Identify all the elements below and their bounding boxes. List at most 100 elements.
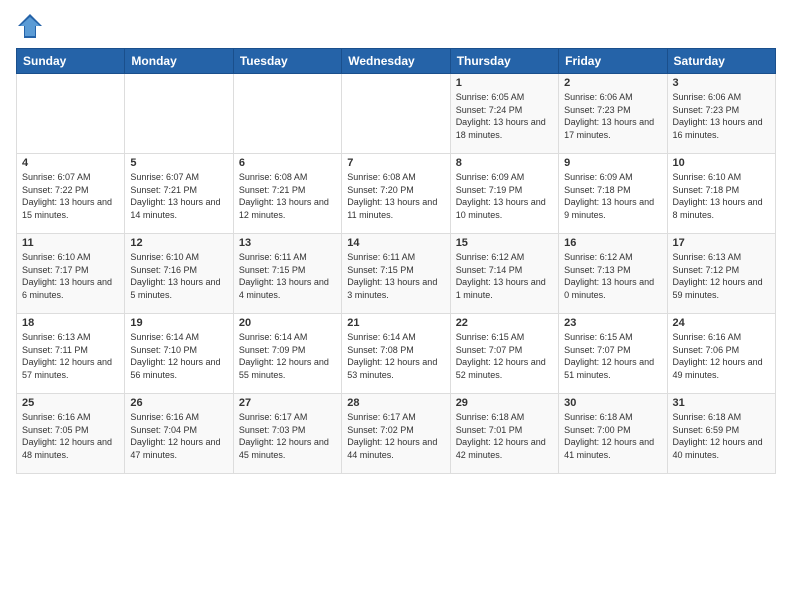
calendar-cell: 21 Sunrise: 6:14 AM Sunset: 7:08 PM Dayli… xyxy=(342,314,450,394)
calendar-cell: 5 Sunrise: 6:07 AM Sunset: 7:21 PM Daylig… xyxy=(125,154,233,234)
weekday-header-monday: Monday xyxy=(125,49,233,74)
day-info: Sunrise: 6:09 AM Sunset: 7:19 PM Dayligh… xyxy=(456,171,553,221)
weekday-header-tuesday: Tuesday xyxy=(233,49,341,74)
day-number: 4 xyxy=(22,157,119,169)
weekday-header-thursday: Thursday xyxy=(450,49,558,74)
day-info: Sunrise: 6:18 AM Sunset: 7:01 PM Dayligh… xyxy=(456,411,553,461)
day-number: 11 xyxy=(22,237,119,249)
day-info: Sunrise: 6:14 AM Sunset: 7:10 PM Dayligh… xyxy=(130,331,227,381)
week-row-5: 25Sunrise: 6:16 AM Sunset: 7:05 PM Dayli… xyxy=(17,394,776,474)
calendar-cell: 22 Sunrise: 6:15 AM Sunset: 7:07 PM Dayli… xyxy=(450,314,558,394)
header xyxy=(16,12,776,40)
calendar-cell: 3 Sunrise: 6:06 AM Sunset: 7:23 PM Daylig… xyxy=(667,74,775,154)
calendar-cell: 13 Sunrise: 6:11 AM Sunset: 7:15 PM Dayli… xyxy=(233,234,341,314)
day-info: Sunrise: 6:16 AM Sunset: 7:06 PM Dayligh… xyxy=(673,331,770,381)
calendar-cell: 24 Sunrise: 6:16 AM Sunset: 7:06 PM Dayli… xyxy=(667,314,775,394)
day-number: 6 xyxy=(239,157,336,169)
day-info: Sunrise: 6:12 AM Sunset: 7:13 PM Dayligh… xyxy=(564,251,661,301)
day-info: Sunrise: 6:18 AM Sunset: 7:00 PM Dayligh… xyxy=(564,411,661,461)
day-number: 30 xyxy=(564,397,661,409)
day-number: 10 xyxy=(673,157,770,169)
logo-icon xyxy=(16,12,44,40)
logo xyxy=(16,12,48,40)
day-info: Sunrise: 6:05 AM Sunset: 7:24 PM Dayligh… xyxy=(456,91,553,141)
week-row-3: 11 Sunrise: 6:10 AM Sunset: 7:17 PM Dayli… xyxy=(17,234,776,314)
calendar-cell: 18 Sunrise: 6:13 AM Sunset: 7:11 PM Dayli… xyxy=(17,314,125,394)
day-number: 31 xyxy=(673,397,770,409)
day-number: 22 xyxy=(456,317,553,329)
calendar-cell: 12Sunrise: 6:10 AM Sunset: 7:16 PM Dayli… xyxy=(125,234,233,314)
day-info: Sunrise: 6:10 AM Sunset: 7:18 PM Dayligh… xyxy=(673,171,770,221)
calendar: SundayMondayTuesdayWednesdayThursdayFrid… xyxy=(16,48,776,474)
calendar-cell: 2Sunrise: 6:06 AM Sunset: 7:23 PM Daylig… xyxy=(559,74,667,154)
calendar-cell xyxy=(233,74,341,154)
day-number: 17 xyxy=(673,237,770,249)
calendar-cell: 31 Sunrise: 6:18 AM Sunset: 6:59 PM Dayli… xyxy=(667,394,775,474)
day-number: 21 xyxy=(347,317,444,329)
day-info: Sunrise: 6:15 AM Sunset: 7:07 PM Dayligh… xyxy=(564,331,661,381)
weekday-header-friday: Friday xyxy=(559,49,667,74)
calendar-cell: 14 Sunrise: 6:11 AM Sunset: 7:15 PM Dayli… xyxy=(342,234,450,314)
day-info: Sunrise: 6:18 AM Sunset: 6:59 PM Dayligh… xyxy=(673,411,770,461)
page: SundayMondayTuesdayWednesdayThursdayFrid… xyxy=(0,0,792,482)
day-number: 24 xyxy=(673,317,770,329)
calendar-cell: 10 Sunrise: 6:10 AM Sunset: 7:18 PM Dayli… xyxy=(667,154,775,234)
day-info: Sunrise: 6:06 AM Sunset: 7:23 PM Dayligh… xyxy=(564,91,661,141)
day-info: Sunrise: 6:14 AM Sunset: 7:08 PM Dayligh… xyxy=(347,331,444,381)
day-number: 18 xyxy=(22,317,119,329)
calendar-cell: 30 Sunrise: 6:18 AM Sunset: 7:00 PM Dayli… xyxy=(559,394,667,474)
day-info: Sunrise: 6:10 AM Sunset: 7:17 PM Dayligh… xyxy=(22,251,119,301)
calendar-cell: 25Sunrise: 6:16 AM Sunset: 7:05 PM Dayli… xyxy=(17,394,125,474)
day-number: 19 xyxy=(130,317,227,329)
day-number: 27 xyxy=(239,397,336,409)
day-number: 5 xyxy=(130,157,227,169)
calendar-cell: 27 Sunrise: 6:17 AM Sunset: 7:03 PM Dayli… xyxy=(233,394,341,474)
weekday-header-wednesday: Wednesday xyxy=(342,49,450,74)
day-info: Sunrise: 6:07 AM Sunset: 7:22 PM Dayligh… xyxy=(22,171,119,221)
day-number: 1 xyxy=(456,77,553,89)
calendar-cell: 26 Sunrise: 6:16 AM Sunset: 7:04 PM Dayli… xyxy=(125,394,233,474)
day-info: Sunrise: 6:17 AM Sunset: 7:02 PM Dayligh… xyxy=(347,411,444,461)
day-number: 26 xyxy=(130,397,227,409)
day-info: Sunrise: 6:16 AM Sunset: 7:04 PM Dayligh… xyxy=(130,411,227,461)
calendar-cell: 4 Sunrise: 6:07 AM Sunset: 7:22 PM Daylig… xyxy=(17,154,125,234)
day-info: Sunrise: 6:13 AM Sunset: 7:11 PM Dayligh… xyxy=(22,331,119,381)
calendar-cell: 17 Sunrise: 6:13 AM Sunset: 7:12 PM Dayli… xyxy=(667,234,775,314)
calendar-cell: 9 Sunrise: 6:09 AM Sunset: 7:18 PM Daylig… xyxy=(559,154,667,234)
day-info: Sunrise: 6:13 AM Sunset: 7:12 PM Dayligh… xyxy=(673,251,770,301)
weekday-header-row: SundayMondayTuesdayWednesdayThursdayFrid… xyxy=(17,49,776,74)
calendar-cell xyxy=(17,74,125,154)
calendar-cell: 20Sunrise: 6:14 AM Sunset: 7:09 PM Dayli… xyxy=(233,314,341,394)
day-info: Sunrise: 6:09 AM Sunset: 7:18 PM Dayligh… xyxy=(564,171,661,221)
day-info: Sunrise: 6:07 AM Sunset: 7:21 PM Dayligh… xyxy=(130,171,227,221)
day-info: Sunrise: 6:08 AM Sunset: 7:21 PM Dayligh… xyxy=(239,171,336,221)
day-info: Sunrise: 6:10 AM Sunset: 7:16 PM Dayligh… xyxy=(130,251,227,301)
calendar-cell: 6 Sunrise: 6:08 AM Sunset: 7:21 PM Daylig… xyxy=(233,154,341,234)
calendar-cell: 16 Sunrise: 6:12 AM Sunset: 7:13 PM Dayli… xyxy=(559,234,667,314)
day-number: 3 xyxy=(673,77,770,89)
day-number: 15 xyxy=(456,237,553,249)
week-row-2: 4 Sunrise: 6:07 AM Sunset: 7:22 PM Daylig… xyxy=(17,154,776,234)
day-info: Sunrise: 6:11 AM Sunset: 7:15 PM Dayligh… xyxy=(347,251,444,301)
day-number: 16 xyxy=(564,237,661,249)
calendar-cell: 8 Sunrise: 6:09 AM Sunset: 7:19 PM Daylig… xyxy=(450,154,558,234)
day-info: Sunrise: 6:16 AM Sunset: 7:05 PM Dayligh… xyxy=(22,411,119,461)
weekday-header-sunday: Sunday xyxy=(17,49,125,74)
day-info: Sunrise: 6:14 AM Sunset: 7:09 PM Dayligh… xyxy=(239,331,336,381)
day-info: Sunrise: 6:11 AM Sunset: 7:15 PM Dayligh… xyxy=(239,251,336,301)
calendar-cell xyxy=(342,74,450,154)
day-number: 8 xyxy=(456,157,553,169)
day-number: 14 xyxy=(347,237,444,249)
day-number: 28 xyxy=(347,397,444,409)
day-number: 9 xyxy=(564,157,661,169)
day-info: Sunrise: 6:17 AM Sunset: 7:03 PM Dayligh… xyxy=(239,411,336,461)
calendar-cell: 7Sunrise: 6:08 AM Sunset: 7:20 PM Daylig… xyxy=(342,154,450,234)
calendar-cell: 11 Sunrise: 6:10 AM Sunset: 7:17 PM Dayli… xyxy=(17,234,125,314)
day-info: Sunrise: 6:06 AM Sunset: 7:23 PM Dayligh… xyxy=(673,91,770,141)
day-info: Sunrise: 6:12 AM Sunset: 7:14 PM Dayligh… xyxy=(456,251,553,301)
day-number: 29 xyxy=(456,397,553,409)
calendar-cell: 1 Sunrise: 6:05 AM Sunset: 7:24 PM Daylig… xyxy=(450,74,558,154)
week-row-4: 18 Sunrise: 6:13 AM Sunset: 7:11 PM Dayli… xyxy=(17,314,776,394)
day-info: Sunrise: 6:15 AM Sunset: 7:07 PM Dayligh… xyxy=(456,331,553,381)
day-number: 13 xyxy=(239,237,336,249)
